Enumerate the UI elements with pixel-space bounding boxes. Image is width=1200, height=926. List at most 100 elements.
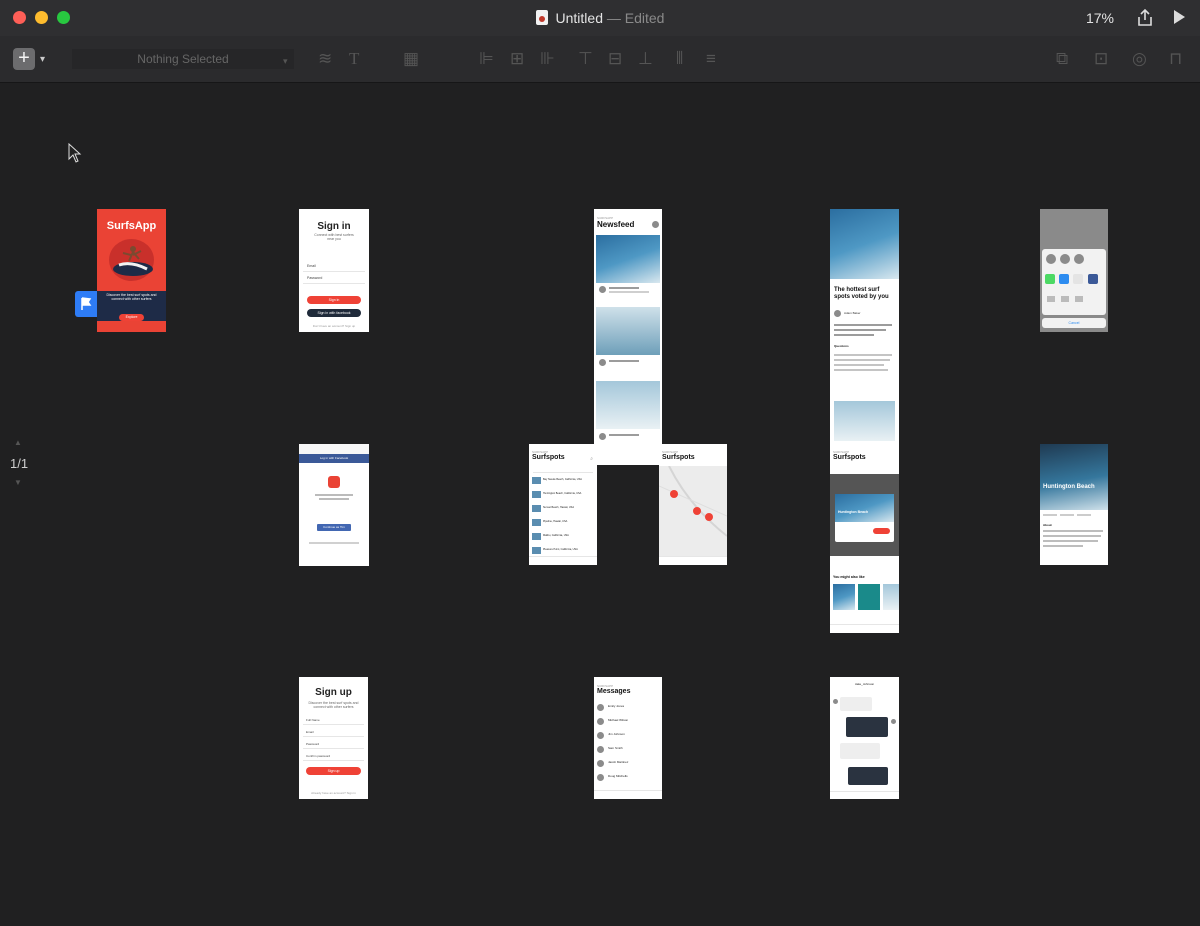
chat-input-bar[interactable] (830, 791, 899, 799)
spot-stat (1043, 514, 1057, 516)
message-contact[interactable]: Michael Wilson (608, 718, 628, 722)
signup-confirm-field[interactable] (303, 760, 364, 761)
artboard-signup[interactable]: Sign up Discover the best surf spots and… (299, 677, 368, 799)
signin-password-field[interactable] (303, 283, 365, 284)
signup-email-field[interactable] (303, 736, 364, 737)
message-contact[interactable]: Emily Jones (608, 704, 624, 708)
spot-list-item[interactable]: Sunset Beach, Hawaii, USA (543, 506, 574, 509)
zoom-level[interactable]: 17% (1086, 10, 1114, 26)
welcome-explore-button[interactable]: Explore (119, 314, 144, 321)
distribute-vertical-icon[interactable]: ≡ (706, 50, 716, 67)
share-contact-avatar[interactable] (1060, 254, 1070, 264)
signin-subtitle: Connect with best surfers near you (314, 233, 354, 241)
suggestion-card[interactable] (833, 584, 855, 610)
layers-icon[interactable]: ≋ (318, 50, 332, 67)
print-icon[interactable] (1061, 296, 1069, 302)
align-left-icon[interactable]: ⊫ (479, 50, 494, 67)
message-contact[interactable]: Jacob Martinez (608, 760, 628, 764)
page-down-icon[interactable]: ▼ (14, 478, 22, 487)
spot-card[interactable]: Huntington Beach (835, 494, 894, 542)
facebook-app-icon[interactable] (1088, 274, 1098, 284)
page-up-icon[interactable]: ▲ (14, 438, 22, 447)
surfer-illustration (113, 246, 153, 276)
message-contact[interactable]: Doug Mitchells (608, 774, 628, 778)
export-icon[interactable]: ⊡ (1094, 50, 1108, 67)
suggestion-card[interactable] (858, 584, 880, 610)
suggestion-card[interactable] (883, 584, 899, 610)
spot-card-button[interactable] (873, 528, 890, 534)
message-contact[interactable]: Sam Smith (608, 746, 623, 750)
folder-icon[interactable] (1075, 296, 1083, 302)
share-icon[interactable] (1136, 8, 1154, 27)
align-center-icon[interactable]: ⊞ (510, 50, 524, 67)
newsfeed-photo-2 (596, 307, 660, 355)
signin-button[interactable]: Sign in (307, 296, 361, 304)
spot-thumbnail (532, 547, 541, 554)
signup-footer[interactable]: Already have an account? Sign in (299, 791, 368, 795)
artboard-spot-page[interactable]: Huntington Beach About (1040, 444, 1108, 565)
distribute-horizontal-icon[interactable]: ⫴ (676, 50, 683, 67)
signin-email-field[interactable] (303, 271, 365, 272)
notes-app-icon[interactable] (1073, 274, 1083, 284)
spot-text (1043, 530, 1103, 532)
lock-icon[interactable]: ⊓ (1169, 50, 1182, 67)
artboard-surfspots-detail[interactable]: SURFSAPP Surfspots Huntington Beach You … (830, 444, 899, 633)
artboard-welcome[interactable]: SurfsApp Discover the best surf spots an… (97, 209, 166, 332)
signup-button[interactable]: Sign up (306, 767, 361, 775)
copy-icon[interactable] (1047, 296, 1055, 302)
signup-name-field[interactable] (303, 724, 364, 725)
artboard-messages[interactable]: SURFSAPP Messages Emily Jones Michael Wi… (594, 677, 662, 799)
starting-point-flag[interactable] (75, 291, 97, 317)
artboard-surfspots-list[interactable]: SURFSAPP Surfspots ⌕ Bay Swede Beach, Ca… (529, 444, 597, 565)
align-bottom-icon[interactable]: ⊥ (638, 50, 653, 67)
share-cancel-button[interactable]: Cancel (1042, 318, 1106, 328)
contact-avatar (597, 732, 604, 739)
spot-about-heading: About (1043, 523, 1052, 527)
pattern-icon[interactable]: ▦ (403, 50, 419, 67)
signup-password-field[interactable] (303, 748, 364, 749)
artboard-signin[interactable]: Sign in Connect with best surfers near y… (299, 209, 369, 332)
align-middle-icon[interactable]: ⊟ (608, 50, 622, 67)
share-contact-avatar[interactable] (1074, 254, 1084, 264)
signin-facebook-button[interactable]: Sign in with facebook (307, 309, 361, 317)
spot-text (1043, 535, 1101, 537)
message-contact[interactable]: Jim Johnson (608, 732, 625, 736)
duplicate-icon[interactable]: ⧉ (1056, 50, 1068, 67)
play-icon[interactable] (1173, 9, 1186, 25)
align-top-icon[interactable]: ⊤ (578, 50, 593, 67)
messages-app-icon[interactable] (1045, 274, 1055, 284)
signup-title: Sign up (315, 687, 352, 698)
add-dropdown-icon[interactable]: ▾ (40, 51, 45, 68)
article-headline: The hottest surf spots voted by you (834, 287, 889, 300)
map-view[interactable] (659, 466, 727, 557)
artboard-share-sheet[interactable]: Cancel (1040, 209, 1108, 332)
signin-footer[interactable]: Don't have an account? Sign up (299, 324, 369, 328)
artboard-article[interactable]: The hottest surf spots voted by you Adam… (830, 209, 899, 447)
share-contact-avatar[interactable] (1046, 254, 1056, 264)
own-avatar (891, 719, 896, 724)
artboard-chat[interactable]: Jake_Johnson (830, 677, 899, 799)
align-right-icon[interactable]: ⊪ (540, 50, 555, 67)
artboard-newsfeed[interactable]: SURFSAPP Newsfeed (594, 209, 662, 465)
add-button[interactable]: + (13, 48, 35, 70)
mail-app-icon[interactable] (1059, 274, 1069, 284)
profile-avatar[interactable] (652, 221, 659, 228)
search-icon[interactable]: ⌕ (590, 456, 593, 462)
mouse-cursor-icon (68, 143, 82, 163)
artboard-surfspots-map[interactable]: SURFSAPP Surfspots (659, 444, 727, 565)
spot-list-item[interactable]: Bay Swede Beach, California, USA (543, 478, 582, 481)
text-tool-icon[interactable]: T (349, 50, 359, 67)
spot-list-item[interactable]: Pipeline, Hawaii, USA (543, 520, 567, 523)
spot-list-item[interactable]: Pleasure Point, California, USA (543, 548, 578, 551)
spot-list-item[interactable]: Malibu, California, USA (543, 534, 569, 537)
artboard-facebook-login[interactable]: Log in with Facebook Continue as Tim (299, 444, 369, 566)
facebook-bar: Log in with Facebook (299, 454, 369, 463)
facebook-continue-button[interactable]: Continue as Tim (317, 524, 351, 531)
hide-icon[interactable]: ◎ (1132, 50, 1147, 67)
page-indicator: 1/1 (10, 456, 29, 471)
selection-dropdown[interactable]: Nothing Selected (72, 49, 294, 69)
welcome-tagline: Discover the best surf spots and connect… (106, 293, 157, 301)
spot-card-image (835, 494, 894, 522)
spot-card-title: Huntington Beach (838, 510, 869, 514)
spot-list-item[interactable]: Huntington Beach, California, USA (543, 492, 581, 495)
